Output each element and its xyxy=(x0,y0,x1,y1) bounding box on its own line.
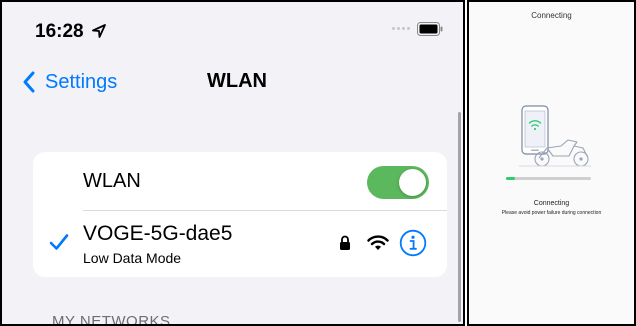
connection-progress-bar xyxy=(506,177,591,180)
section-header-my-networks: MY NETWORKS xyxy=(52,313,171,326)
wlan-toggle[interactable] xyxy=(367,166,429,199)
back-button[interactable]: Settings xyxy=(22,66,117,98)
wlan-toggle-row: WLAN xyxy=(33,152,447,210)
status-time: 16:28 xyxy=(35,21,84,42)
connected-network-row[interactable]: VOGE-5G-dae5 Low Data Mode xyxy=(33,211,447,277)
connecting-status: Connecting xyxy=(533,200,570,207)
connecting-note: Please avoid power failure during connec… xyxy=(501,210,602,216)
signal-dots-icon xyxy=(392,27,410,30)
network-name: VOGE-5G-dae5 xyxy=(83,222,233,245)
phone-motorcycle-illustration xyxy=(519,105,591,167)
toggle-knob xyxy=(399,169,426,196)
network-subtitle: Low Data Mode xyxy=(83,250,182,266)
connection-progress-fill xyxy=(506,177,515,180)
wifi-icon xyxy=(367,235,389,250)
wlan-settings-screen: 16:28 Settings WLAN WLAN VOGE-5G-dae5 Lo… xyxy=(0,0,465,326)
connecting-title: Connecting xyxy=(531,11,572,20)
lock-icon xyxy=(340,235,350,250)
back-button-label: Settings xyxy=(45,70,118,93)
connecting-screen: Connecting Connecting Please avoid power… xyxy=(467,0,636,326)
status-bar: 16:28 xyxy=(2,2,463,62)
checkmark-icon xyxy=(49,234,69,250)
info-icon[interactable] xyxy=(399,229,427,257)
scroll-indicator[interactable] xyxy=(458,112,461,322)
chevron-left-icon xyxy=(23,71,35,93)
wlan-card: WLAN VOGE-5G-dae5 Low Data Mode xyxy=(33,152,447,277)
page-title: WLAN xyxy=(207,70,267,92)
location-arrow-icon xyxy=(92,24,106,38)
wlan-label: WLAN xyxy=(83,170,141,192)
battery-icon xyxy=(417,22,443,36)
